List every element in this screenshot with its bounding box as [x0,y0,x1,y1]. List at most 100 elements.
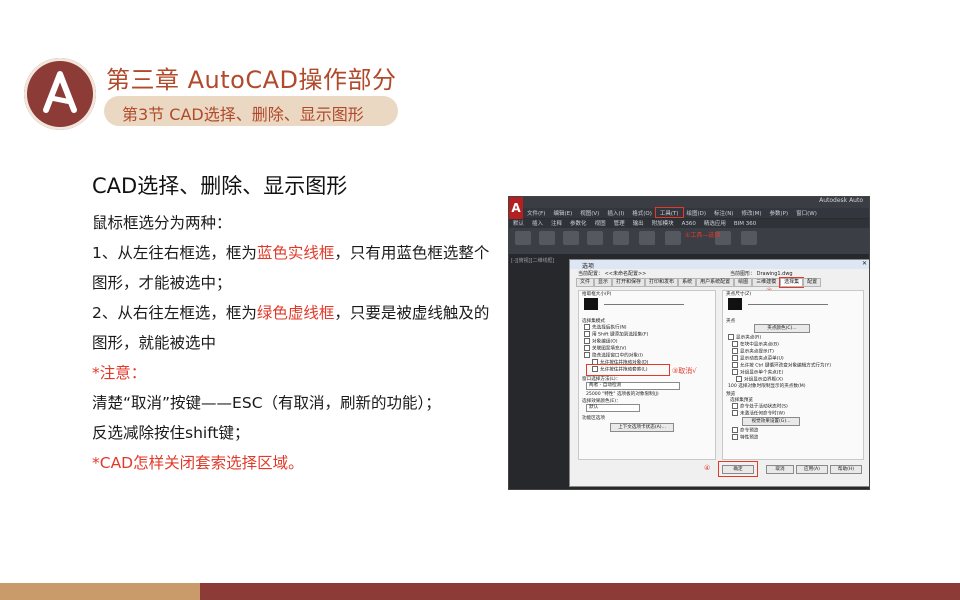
checkbox[interactable] [732,403,738,409]
checkbox[interactable] [584,338,590,344]
ribbon-tab[interactable]: A360 [678,221,700,227]
ribbon-tab[interactable]: 精选应用 [700,219,730,227]
properties-tool-icon[interactable] [665,231,681,245]
ribbon-tab[interactable]: 插入 [528,219,547,227]
step-four-note: ④ [704,464,711,472]
ribbon-tab[interactable]: 注释 [547,219,566,227]
tab-plot-publish[interactable]: 打印和发布 [645,278,679,287]
mode-object-grouping[interactable]: 对象编组(O) [584,338,618,345]
mode-implied-window[interactable]: 隐含选择窗口中的对象(I) [584,352,643,359]
tab-user-preferences[interactable]: 用户系统配置 [696,278,735,287]
menu-dimension[interactable]: 标注(N) [710,208,737,217]
checkbox[interactable] [732,341,738,347]
letter-a-logo-icon [43,71,77,113]
layer-tool-icon[interactable] [613,231,629,245]
checkbox[interactable] [732,434,738,440]
ribbon-tab[interactable]: BIM 360 [730,221,760,227]
tab-files[interactable]: 文件 [576,278,595,287]
menu-modify[interactable]: 修改(M) [737,208,765,217]
property-preview[interactable]: 特性预览 [732,434,758,441]
window-type-select[interactable]: 两者 - 自动检测 [586,382,680,390]
props-limit: 25000 "特性" 选项板的对象限制(J) [586,391,659,397]
menu-format[interactable]: 格式(O) [628,208,656,217]
autocad-logo-icon: A [509,197,523,219]
checkbox[interactable] [736,376,742,382]
point-one: 1、从左往右框选，框为蓝色实线框，只有用蓝色框选整个图形，才能被选中； [92,238,497,298]
tab-display[interactable]: 显示 [594,278,613,287]
dialog-title: 选项 [582,263,595,270]
checkbox[interactable] [732,410,738,416]
ribbon-tab[interactable]: 视图 [591,219,610,227]
grip-show[interactable]: 显示夹点(R) [728,334,761,341]
grip-dynamic-menu[interactable]: 显示动态夹点菜单(U) [732,355,784,362]
pickbox-slider[interactable] [604,304,684,305]
dimension-tool-icon[interactable] [587,231,603,245]
menu-parametric[interactable]: 参数(P) [766,208,793,217]
menu-draw[interactable]: 绘图(D) [683,208,711,217]
command-preview[interactable]: 命令预览 [732,427,758,434]
tab-profiles[interactable]: 配置 [803,278,822,287]
menu-file[interactable]: 文件(F) [523,208,549,217]
grip-limit: 100 选择对象时限制显示的夹点数(M) [728,383,806,389]
menu-window[interactable]: 窗口(W) [792,208,821,217]
ribbon-tab[interactable]: 附加模块 [648,219,678,227]
line-tool-icon[interactable] [515,231,531,245]
dialog-titlebar: 选项 ✕ [570,260,869,270]
ok-highlight-box [718,461,758,477]
checkbox[interactable] [732,369,738,375]
intro-text: 鼠标框选分为两种： [92,214,232,232]
preview-active-command[interactable]: 命令处于活动状态时(S) [732,403,788,410]
menu-bar: 文件(F) 编辑(E) 视图(V) 插入(I) 格式(O) 工具(T) 绘图(D) 标注(N)… [523,207,869,218]
checkbox[interactable] [732,355,738,361]
checkbox[interactable] [584,352,590,358]
checkbox[interactable] [728,334,734,340]
apply-button[interactable]: 应用(A) [796,465,828,474]
preview-color-select[interactable]: 默认 [586,404,640,412]
mode-noun-verb[interactable]: 先选择后执行(N) [584,324,627,331]
chapter-logo [24,58,96,130]
mode-shift-add[interactable]: 用 Shift 键添加到选择集(F) [584,331,648,338]
menu-edit[interactable]: 编辑(E) [549,208,576,217]
section-title: 第3节 CAD选择、删除、显示图形 [122,105,364,124]
grip-ctrl-cycle[interactable]: 允许按 Ctrl 键循环改变对象编辑方式行为(Y) [732,362,831,369]
grip-size-slider[interactable] [748,304,828,305]
checkbox[interactable] [584,331,590,337]
ribbon-tab[interactable]: 默认 [509,219,528,227]
grip-tips[interactable]: 显示夹点提示(T) [732,348,774,355]
tab-system[interactable]: 系统 [678,278,697,287]
ribbon-tab[interactable]: 参数化 [566,219,591,227]
grip-color-button[interactable]: 夹点颜色(C)... [754,324,810,333]
context-tab-button[interactable]: 上下文选项卡状态(A)... [610,423,674,432]
grip-single-group[interactable]: 对组显示单个夹点(E) [732,369,783,376]
grip-size-label: 夹点尺寸(Z) [726,292,752,297]
ribbon-tab[interactable]: 管理 [610,219,629,227]
cancel-button[interactable]: 取消 [766,465,794,474]
polyline-tool-icon[interactable] [539,231,555,245]
grip-in-blocks[interactable]: 在块中显示夹点(B) [732,341,779,348]
menu-insert[interactable]: 插入(I) [603,208,628,217]
menu-tools[interactable]: 工具(T) [654,207,684,218]
mode-associative-hatch[interactable]: 关联图案填充(V) [584,345,626,352]
point-two-a: 2、从右往左框选，框为 [92,304,257,322]
tab-3d-modeling[interactable]: 三维建模 [752,278,781,287]
tab-selection[interactable]: 选择集 [779,277,805,288]
grip-bounding-box[interactable]: 对组显示边界框(X) [736,376,783,383]
visual-effects-button[interactable]: 视觉效果设置(G)... [742,417,800,426]
checkbox[interactable] [584,324,590,330]
menu-view[interactable]: 视图(V) [576,208,603,217]
help-button[interactable]: 帮助(H) [830,465,862,474]
checkbox[interactable] [732,362,738,368]
tab-drafting[interactable]: 绘图 [734,278,753,287]
checkbox[interactable] [732,427,738,433]
checkbox[interactable] [584,345,590,351]
checkbox[interactable] [732,348,738,354]
point-two-highlight: 绿色虚线框 [256,304,335,322]
block-tool-icon[interactable] [639,231,655,245]
ribbon-tab[interactable]: 输出 [629,219,648,227]
preview-no-command[interactable]: 未激活任何命令时(W) [732,410,785,417]
tab-open-save[interactable]: 打开和保存 [612,278,646,287]
viewport-label[interactable]: [-][俯视][二维线框] [511,257,555,264]
utilities-tool-icon[interactable] [741,231,757,245]
text-tool-icon[interactable] [563,231,579,245]
close-icon[interactable]: ✕ [862,260,867,267]
